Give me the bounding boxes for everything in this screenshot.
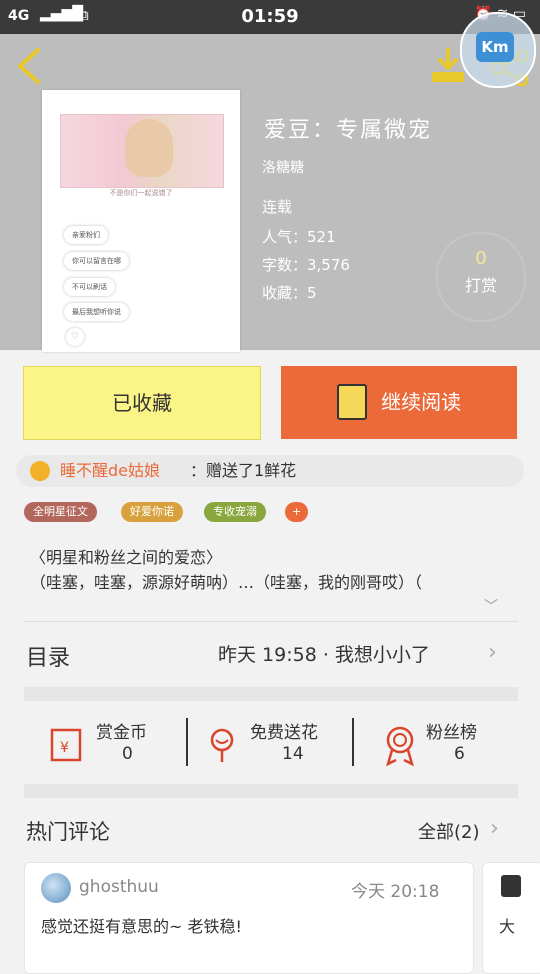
heart-icon: ♡ <box>66 328 84 346</box>
tag-chip[interactable]: 好爱你诺 <box>121 502 183 522</box>
book-author[interactable]: 洛糖糖 <box>262 157 304 177</box>
all-comments-link[interactable]: 全部(2) <box>418 818 480 844</box>
book-popularity: 人气：521 <box>262 228 336 246</box>
toc-label[interactable]: 目录 <box>26 640 70 672</box>
comment-card[interactable]: 大 <box>482 862 540 974</box>
divider <box>24 621 518 622</box>
stat-label: 赏金币 <box>96 723 147 743</box>
gift-text: ：赠送了1鲜花 <box>190 461 297 480</box>
comment-username[interactable]: ghosthuu <box>79 877 159 897</box>
avatar[interactable] <box>501 875 521 897</box>
book-word-count: 字数：3,576 <box>262 256 350 274</box>
book-status: 连载 <box>262 198 293 216</box>
status-bar: 4G ▂▄▆█ ⧉ 01:59 ⏰ ≋ ▭ <box>0 0 540 34</box>
medal-icon <box>386 726 414 766</box>
gift-sender[interactable]: 睡不醒de姑娘 <box>60 455 160 487</box>
book-icon <box>336 383 367 420</box>
back-chevron-icon <box>18 48 40 84</box>
cover-bubble: 亲爱粉们 <box>64 226 108 244</box>
stat-label: 免费送花 <box>250 723 318 743</box>
svg-text:¥: ¥ <box>60 740 69 756</box>
description-line: （哇塞，哇塞，源源好萌呐）…（哇塞，我的刚哥哎）（ <box>30 573 423 592</box>
tip-label: 打赏 <box>464 276 497 295</box>
book-title: 爱豆：专属微宠 <box>264 118 433 143</box>
tag-chip[interactable]: 专收宠溺 <box>204 502 266 522</box>
floating-assistant-button[interactable]: Km <box>460 12 536 88</box>
avatar[interactable] <box>41 873 71 903</box>
tip-count: 0 <box>475 248 487 269</box>
section-separator <box>24 784 518 798</box>
red-envelope-icon: ¥ <box>50 728 82 762</box>
stat-value: 14 <box>282 744 304 764</box>
chevron-right-icon: › <box>490 816 499 841</box>
flower-outline-icon <box>210 728 234 762</box>
description-line: 〈明星和粉丝之间的爱恋〉 <box>30 548 223 567</box>
cover-bubble: 你可以留言在哪 <box>64 252 129 270</box>
stat-divider <box>352 718 354 766</box>
chevron-right-icon: › <box>488 640 497 665</box>
comment-time: 今天 20:18 <box>351 882 440 902</box>
book-cover[interactable]: 不是你们一起说错了 亲爱粉们 你可以留言在哪 不可以刷话 最后我想听你说 ♡ <box>42 90 240 352</box>
collected-button[interactable]: 已收藏 <box>23 366 261 440</box>
comment-text: 大 <box>499 917 516 936</box>
back-button[interactable] <box>14 46 42 90</box>
toc-latest-chapter[interactable]: 昨天 19:58 · 我想小小了 <box>218 640 430 667</box>
cover-character <box>125 119 173 177</box>
continue-reading-label: 继续阅读 <box>381 390 462 414</box>
cover-bubble: 不可以刷话 <box>64 278 115 296</box>
cover-bubble: 最后我想听你说 <box>64 303 129 321</box>
continue-reading-button[interactable]: 继续阅读 <box>281 366 517 439</box>
stat-value: 0 <box>122 744 133 764</box>
cover-illustration <box>60 114 224 188</box>
tag-chip[interactable]: 全明星征文 <box>24 502 97 522</box>
cover-caption: 不是你们一起说错了 <box>109 189 173 197</box>
stat-value: 6 <box>454 744 465 764</box>
section-separator <box>24 687 518 701</box>
comment-card[interactable]: ghosthuu 今天 20:18 感觉还挺有意思的~ 老铁稳! <box>24 862 474 974</box>
comment-text: 感觉还挺有意思的~ 老铁稳! <box>41 917 242 936</box>
stat-divider <box>186 718 188 766</box>
expand-description-icon[interactable]: ﹀ <box>484 596 498 616</box>
flower-icon <box>30 461 50 481</box>
add-tag-button[interactable]: + <box>285 502 309 522</box>
clock: 01:59 <box>241 6 299 27</box>
hot-comments-title: 热门评论 <box>26 820 110 844</box>
flower-gift-notice: 睡不醒de姑娘 ：赠送了1鲜花 <box>16 455 524 487</box>
book-favorites: 收藏：5 <box>262 284 317 302</box>
assistant-logo: Km <box>476 32 514 62</box>
tip-button[interactable]: 0 打赏 <box>436 232 526 322</box>
stat-label: 粉丝榜 <box>426 723 477 743</box>
